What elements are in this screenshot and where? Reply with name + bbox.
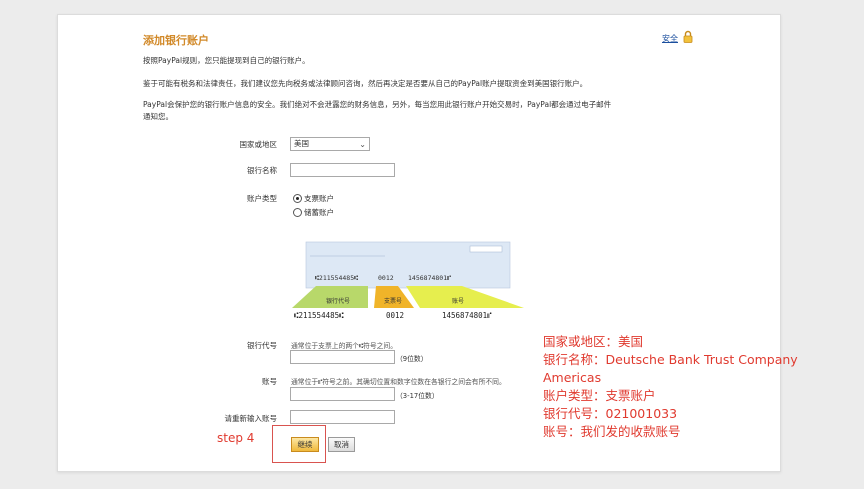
micr-bottom-check: 0012 <box>386 311 404 320</box>
radio-checking-button[interactable] <box>293 194 302 203</box>
account-type-label: 账户类型 <box>247 194 277 203</box>
continue-button[interactable]: 继续 <box>291 437 319 452</box>
radio-checking-label: 支票账户 <box>304 194 334 203</box>
bank-name-input[interactable] <box>290 163 395 177</box>
account-label: 账号 <box>262 377 277 386</box>
micr-top-routing: ⑆211554485⑆ <box>315 274 358 282</box>
account-input[interactable] <box>290 387 395 401</box>
note-account-type: 账户类型：支票账户 <box>543 388 656 403</box>
check-amount-box <box>469 245 503 253</box>
routing-hint: 通常位于支票上的两个⑆符号之间。 <box>291 342 398 350</box>
note-account: 账号：我们发的收款账号 <box>543 424 681 439</box>
account-tag: 账号 <box>452 297 464 305</box>
reenter-account-input[interactable] <box>290 410 395 424</box>
intro-paragraph-2: 鉴于可能有税务和法律责任，我们建议您先向税务或法律顾问咨询，然后再决定是否要从自… <box>143 79 588 88</box>
intro-paragraph-1: 按照PayPal规则，您只能提现到自己的银行账户。 <box>143 56 310 65</box>
country-select-value: 美国 <box>294 139 309 148</box>
note-bank-name-cont: Americas <box>543 370 602 385</box>
cancel-button[interactable]: 取消 <box>328 437 355 452</box>
check-tag: 支票号 <box>384 297 402 305</box>
note-routing: 银行代号：021001033 <box>543 406 678 421</box>
check-illustration: ⑆211554485⑆ 0012 1456874801⑈ 银行代号 支票号 账号… <box>292 241 524 320</box>
radio-savings[interactable]: 储蓄账户 <box>293 207 334 218</box>
routing-label: 银行代号 <box>247 341 277 350</box>
routing-digits: （9位数） <box>396 355 428 363</box>
radio-savings-button[interactable] <box>293 208 302 217</box>
note-country: 国家或地区：美国 <box>543 334 644 349</box>
chevron-down-icon: ⌄ <box>359 140 366 149</box>
page-title: 添加银行账户 <box>143 34 209 47</box>
micr-top-check: 0012 <box>378 274 394 282</box>
micr-top-account: 1456874801⑈ <box>408 274 451 282</box>
radio-checking[interactable]: 支票账户 <box>293 193 334 204</box>
country-select[interactable]: 美国 ⌄ <box>290 137 370 151</box>
bank-name-label: 银行名称 <box>247 166 277 175</box>
account-digits: （3-17位数） <box>396 392 439 400</box>
routing-tag: 银行代号 <box>326 297 350 305</box>
security-link[interactable]: 安全 <box>662 33 678 44</box>
country-label: 国家或地区 <box>239 140 278 149</box>
intro-paragraph-3-cont: 通知您。 <box>143 112 173 121</box>
account-hint: 通常位于⑈符号之前。其确切位置和数字位数在各银行之间会有所不同。 <box>291 378 506 386</box>
radio-savings-label: 储蓄账户 <box>304 208 334 217</box>
micr-bottom-routing: ⑆211554485⑆ <box>294 311 344 320</box>
reenter-label: 请重新输入账号 <box>224 414 278 423</box>
micr-bottom-account: 1456874801⑈ <box>442 311 492 320</box>
routing-input[interactable] <box>290 350 395 364</box>
intro-paragraph-3: PayPal会保护您的银行账户信息的安全。我们绝对不会泄露您的财务信息，另外，每… <box>143 100 612 109</box>
step-label: step 4 <box>217 431 255 445</box>
account-highlight <box>406 286 524 308</box>
lock-icon <box>683 30 693 43</box>
note-bank-name: 银行名称：Deutsche Bank Trust Company <box>543 352 798 367</box>
